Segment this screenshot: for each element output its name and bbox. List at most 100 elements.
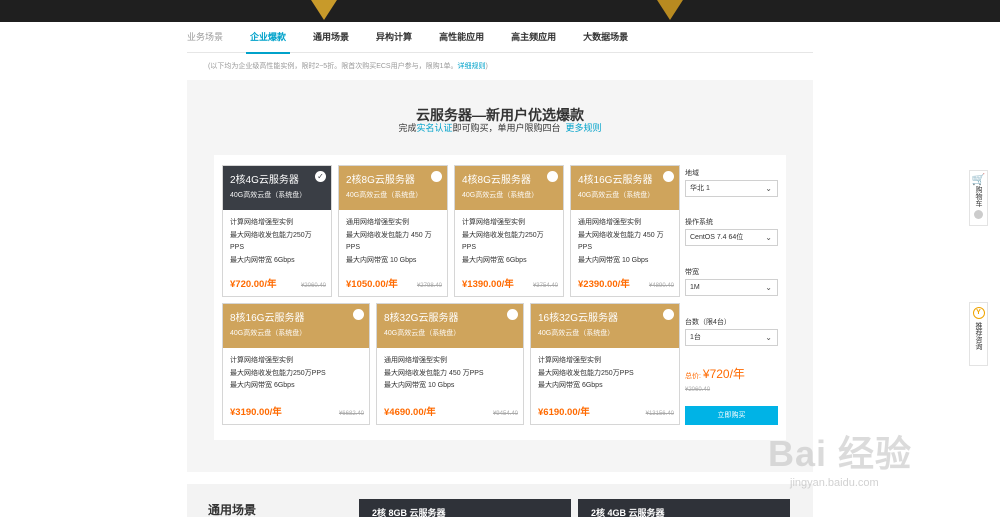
chevron-down-icon: ⌄ bbox=[765, 184, 772, 193]
general-scenario-section: 通用场景 2核 8GB 云服务器 2核 4GB 云服务器 bbox=[187, 484, 813, 517]
cart-label: 购物车 bbox=[975, 186, 982, 207]
section-subtitle: 完成实名认证即可购买，单用户限购四台 更多规则 bbox=[187, 121, 813, 134]
selected-radio[interactable]: ✓ bbox=[315, 171, 326, 182]
card-original-price: ¥2798.40 bbox=[416, 283, 442, 289]
buy-now-button[interactable]: 立即购买 bbox=[685, 406, 778, 425]
card-footer: ¥1390.00/年 ¥3754.40 bbox=[462, 276, 558, 292]
recommend-icon: Y bbox=[972, 307, 985, 319]
subtitle-mid: 即可购买，单用户限购四台 bbox=[452, 123, 561, 133]
card-spec: 计算网络增强型实例 bbox=[462, 219, 525, 226]
card-spec: 计算网络增强型实例 bbox=[538, 357, 601, 364]
tab-heterogeneous-compute[interactable]: 异构计算 bbox=[376, 22, 412, 53]
total-original-price: ¥2060.40 bbox=[685, 387, 711, 393]
card-footer: ¥720.00/年 ¥2060.40 bbox=[230, 276, 326, 292]
total-price: 总价: ¥720/年 bbox=[685, 365, 745, 382]
product-card-8c32g[interactable]: 8核32G云服务器 40G高效云盘（系统盘） 通用网络增强型实例 最大网络收发包… bbox=[376, 303, 524, 425]
card-spec: 最大网络收发包能力 450 万PPS bbox=[384, 369, 484, 377]
product-card-preview[interactable]: 2核 8GB 云服务器 bbox=[359, 499, 571, 517]
product-card-2c4g[interactable]: 2核4G云服务器 40G高效云盘（系统盘） ✓ 计算网络增强型实例 最大网络收发… bbox=[222, 165, 332, 297]
card-header: 8核16G云服务器 40G高效云盘（系统盘） bbox=[223, 304, 369, 348]
card-footer: ¥4690.00/年 ¥9454.40 bbox=[384, 404, 518, 420]
subtitle-prefix: 完成 bbox=[398, 123, 417, 133]
card-header: 8核32G云服务器 40G高效云盘（系统盘） bbox=[377, 304, 523, 348]
os-value: CentOS 7.4 64位 bbox=[690, 234, 744, 241]
card-original-price: ¥3754.40 bbox=[532, 283, 558, 289]
card-title: 8核32G云服务器 bbox=[384, 313, 459, 324]
card-footer: ¥1050.00/年 ¥2798.40 bbox=[346, 276, 442, 292]
card-price: ¥3190.00/年 bbox=[230, 407, 282, 418]
select-radio[interactable] bbox=[547, 171, 558, 182]
card-specs: 计算网络增强型实例 最大网络收发包能力250万PPS 最大内网带宽 6Gbps bbox=[455, 210, 563, 282]
card-price: ¥2390.00/年 bbox=[578, 279, 630, 290]
notice-text: (以下均为企业级高性能实例，限时2~5折。限首次购买ECS用户参与，限购1单。 bbox=[208, 63, 458, 70]
section-heading: 通用场景 bbox=[208, 503, 257, 517]
recommend-label: 推荐咨询 bbox=[975, 322, 982, 350]
card-price: ¥6190.00/年 bbox=[538, 407, 590, 418]
card-spec: 最大网络收发包能力 450 万PPS bbox=[346, 231, 432, 252]
card-spec: 最大网络收发包能力250万PPS bbox=[230, 231, 312, 252]
product-card-4c8g[interactable]: 4核8G云服务器 40G高效云盘（系统盘） 计算网络增强型实例 最大网络收发包能… bbox=[454, 165, 564, 297]
quantity-select[interactable]: 1台 ⌄ bbox=[685, 329, 778, 346]
select-radio[interactable] bbox=[507, 309, 518, 320]
card-footer: ¥3190.00/年 ¥6682.40 bbox=[230, 404, 364, 420]
card-disk: 40G高效云盘（系统盘） bbox=[230, 192, 307, 199]
product-card-preview[interactable]: 2核 4GB 云服务器 bbox=[578, 499, 790, 517]
select-radio[interactable] bbox=[431, 171, 442, 182]
card-original-price: ¥2060.40 bbox=[300, 283, 326, 289]
os-label: 操作系统 bbox=[685, 219, 713, 226]
card-title: 2核4G云服务器 bbox=[230, 175, 299, 186]
card-header: 4核16G云服务器 40G高效云盘（系统盘） bbox=[571, 166, 679, 210]
gem-decoration bbox=[648, 0, 692, 20]
product-card-2c8g[interactable]: 2核8G云服务器 40G高效云盘（系统盘） 通用网络增强型实例 最大网络收发包能… bbox=[338, 165, 448, 297]
tab-business-scenario[interactable]: 业务场景 bbox=[187, 22, 223, 53]
promo-notice: (以下均为企业级高性能实例，限时2~5折。限首次购买ECS用户参与，限购1单。详… bbox=[208, 61, 488, 71]
product-card-8c16g[interactable]: 8核16G云服务器 40G高效云盘（系统盘） 计算网络增强型实例 最大网络收发包… bbox=[222, 303, 370, 425]
card-spec: 最大内网带宽 6Gbps bbox=[462, 256, 527, 264]
chevron-down-icon: ⌄ bbox=[765, 333, 772, 342]
region-select[interactable]: 华北 1 ⌄ bbox=[685, 180, 778, 197]
card-spec: 最大内网带宽 10 Gbps bbox=[346, 256, 417, 264]
top-banner bbox=[0, 0, 1000, 22]
card-title: 16核32G云服务器 bbox=[538, 313, 619, 324]
quantity-label: 台数（限4台） bbox=[685, 319, 731, 326]
tab-enterprise-hot[interactable]: 企业爆款 bbox=[246, 22, 291, 54]
recommend-widget[interactable]: Y 推荐咨询 bbox=[969, 302, 988, 366]
select-radio[interactable] bbox=[663, 309, 674, 320]
card-spec: 最大网络收发包能力250万PPS bbox=[538, 369, 634, 377]
cart-icon: 🛒 bbox=[971, 174, 986, 186]
card-header: 4核8G云服务器 40G高效云盘（系统盘） bbox=[455, 166, 563, 210]
more-rules-link[interactable]: 更多规则 bbox=[566, 123, 602, 133]
tab-high-frequency[interactable]: 高主频应用 bbox=[511, 22, 556, 53]
card-footer: ¥2390.00/年 ¥4890.40 bbox=[578, 276, 674, 292]
total-amount: ¥720/年 bbox=[702, 367, 745, 381]
tab-big-data[interactable]: 大数据场景 bbox=[583, 22, 628, 53]
tab-general-scenario[interactable]: 通用场景 bbox=[313, 22, 349, 53]
card-title: 8核16G云服务器 bbox=[230, 313, 305, 324]
card-header: 2核8G云服务器 40G高效云盘（系统盘） bbox=[339, 166, 447, 210]
card-title: 4核16G云服务器 bbox=[578, 175, 653, 186]
gem-decoration bbox=[302, 0, 346, 20]
select-radio[interactable] bbox=[353, 309, 364, 320]
bandwidth-select[interactable]: 1M ⌄ bbox=[685, 279, 778, 296]
card-title: 2核8G云服务器 bbox=[346, 175, 415, 186]
card-disk: 40G高效云盘（系统盘） bbox=[384, 330, 461, 337]
card-specs: 通用网络增强型实例 最大网络收发包能力 450 万PPS 最大内网带宽 10 G… bbox=[571, 210, 679, 282]
detail-rules-link[interactable]: 详细规则 bbox=[458, 63, 486, 70]
card-title: 4核8G云服务器 bbox=[462, 175, 531, 186]
card-spec: 最大网络收发包能力250万PPS bbox=[462, 231, 544, 252]
card-price: ¥720.00/年 bbox=[230, 279, 277, 290]
card-disk: 40G高效云盘（系统盘） bbox=[538, 330, 615, 337]
chevron-down-icon: ⌄ bbox=[765, 283, 772, 292]
baidu-watermark: Bai 经验 bbox=[768, 433, 913, 474]
product-card-4c16g[interactable]: 4核16G云服务器 40G高效云盘（系统盘） 通用网络增强型实例 最大网络收发包… bbox=[570, 165, 680, 297]
os-select[interactable]: CentOS 7.4 64位 ⌄ bbox=[685, 229, 778, 246]
real-name-auth-link[interactable]: 实名认证 bbox=[416, 123, 452, 133]
card-spec: 通用网络增强型实例 bbox=[384, 357, 447, 364]
bandwidth-value: 1M bbox=[690, 284, 700, 291]
select-radio[interactable] bbox=[663, 171, 674, 182]
cart-widget[interactable]: 🛒 购物车 bbox=[969, 170, 988, 226]
offer-section: 云服务器—新用户优选爆款 完成实名认证即可购买，单用户限购四台 更多规则 2核4… bbox=[187, 80, 813, 472]
quantity-value: 1台 bbox=[690, 334, 701, 341]
tab-high-performance[interactable]: 高性能应用 bbox=[439, 22, 484, 53]
product-card-16c32g[interactable]: 16核32G云服务器 40G高效云盘（系统盘） 计算网络增强型实例 最大网络收发… bbox=[530, 303, 680, 425]
